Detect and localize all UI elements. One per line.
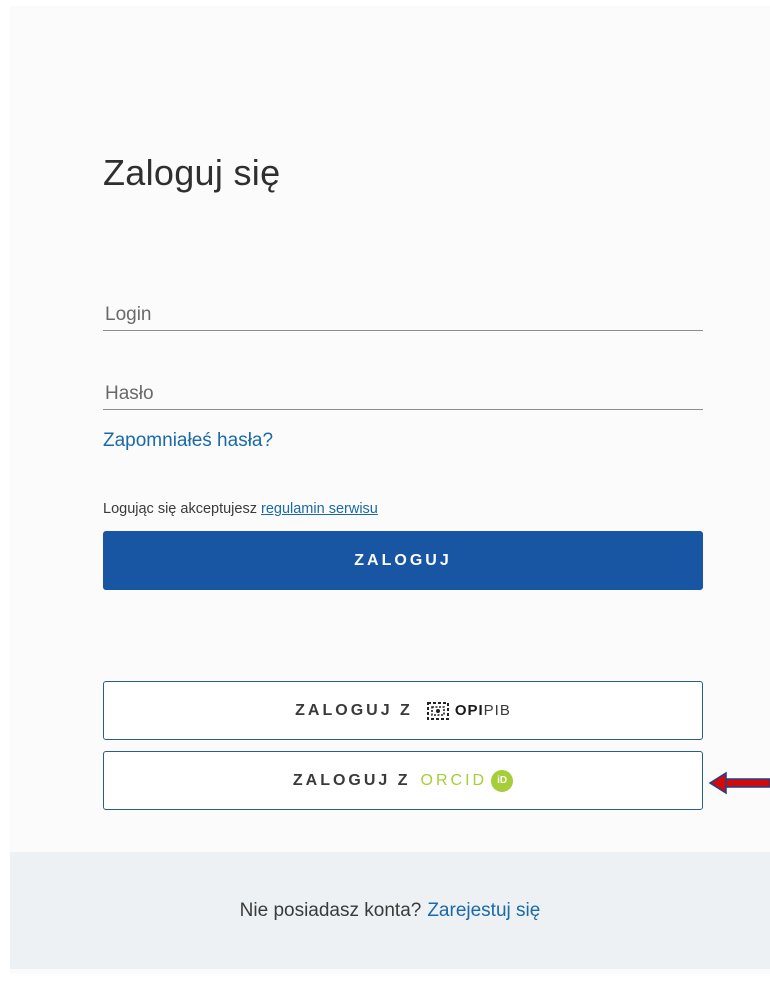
orcid-brand: ORCID (420, 771, 488, 789)
terms-link[interactable]: regulamin serwisu (261, 501, 378, 517)
login-input[interactable] (103, 304, 705, 326)
password-field-wrapper (103, 375, 705, 410)
opi-logo: OPI PIB (425, 700, 511, 722)
terms-notice: Logując się akceptujesz regulamin serwis… (103, 501, 378, 517)
register-footer: Nie posiadasz konta? Zarejestuj się (10, 852, 770, 969)
opi-logo-icon (426, 701, 449, 720)
terms-prefix: Logując się akceptujesz (103, 501, 257, 517)
opi-button-label: ZALOGUJ Z (295, 701, 413, 719)
forgot-password-link[interactable]: Zapomniałeś hasła? (103, 430, 273, 452)
opi-brand-light: PIB (483, 702, 511, 719)
no-account-text: Nie posiadasz konta? (239, 899, 422, 921)
orcid-id-icon: iD (491, 769, 514, 792)
login-field-wrapper (103, 296, 705, 331)
orcid-button-label: ZALOGUJ Z (292, 771, 411, 789)
left-arrow-icon (708, 771, 770, 795)
page: Zaloguj się Zapomniałeś hasła? Logując s… (0, 0, 770, 1000)
opi-brand-bold: OPI (454, 702, 484, 719)
login-with-opi-button[interactable]: ZALOGUJ Z OPI PIB (103, 681, 703, 740)
login-button[interactable]: ZALOGUJ (103, 531, 703, 590)
login-with-orcid-button[interactable]: ZALOGUJ Z ORCID iD (103, 751, 703, 810)
password-input[interactable] (103, 383, 705, 405)
page-title: Zaloguj się (103, 152, 281, 193)
register-link[interactable]: Zarejestuj się (427, 900, 540, 922)
